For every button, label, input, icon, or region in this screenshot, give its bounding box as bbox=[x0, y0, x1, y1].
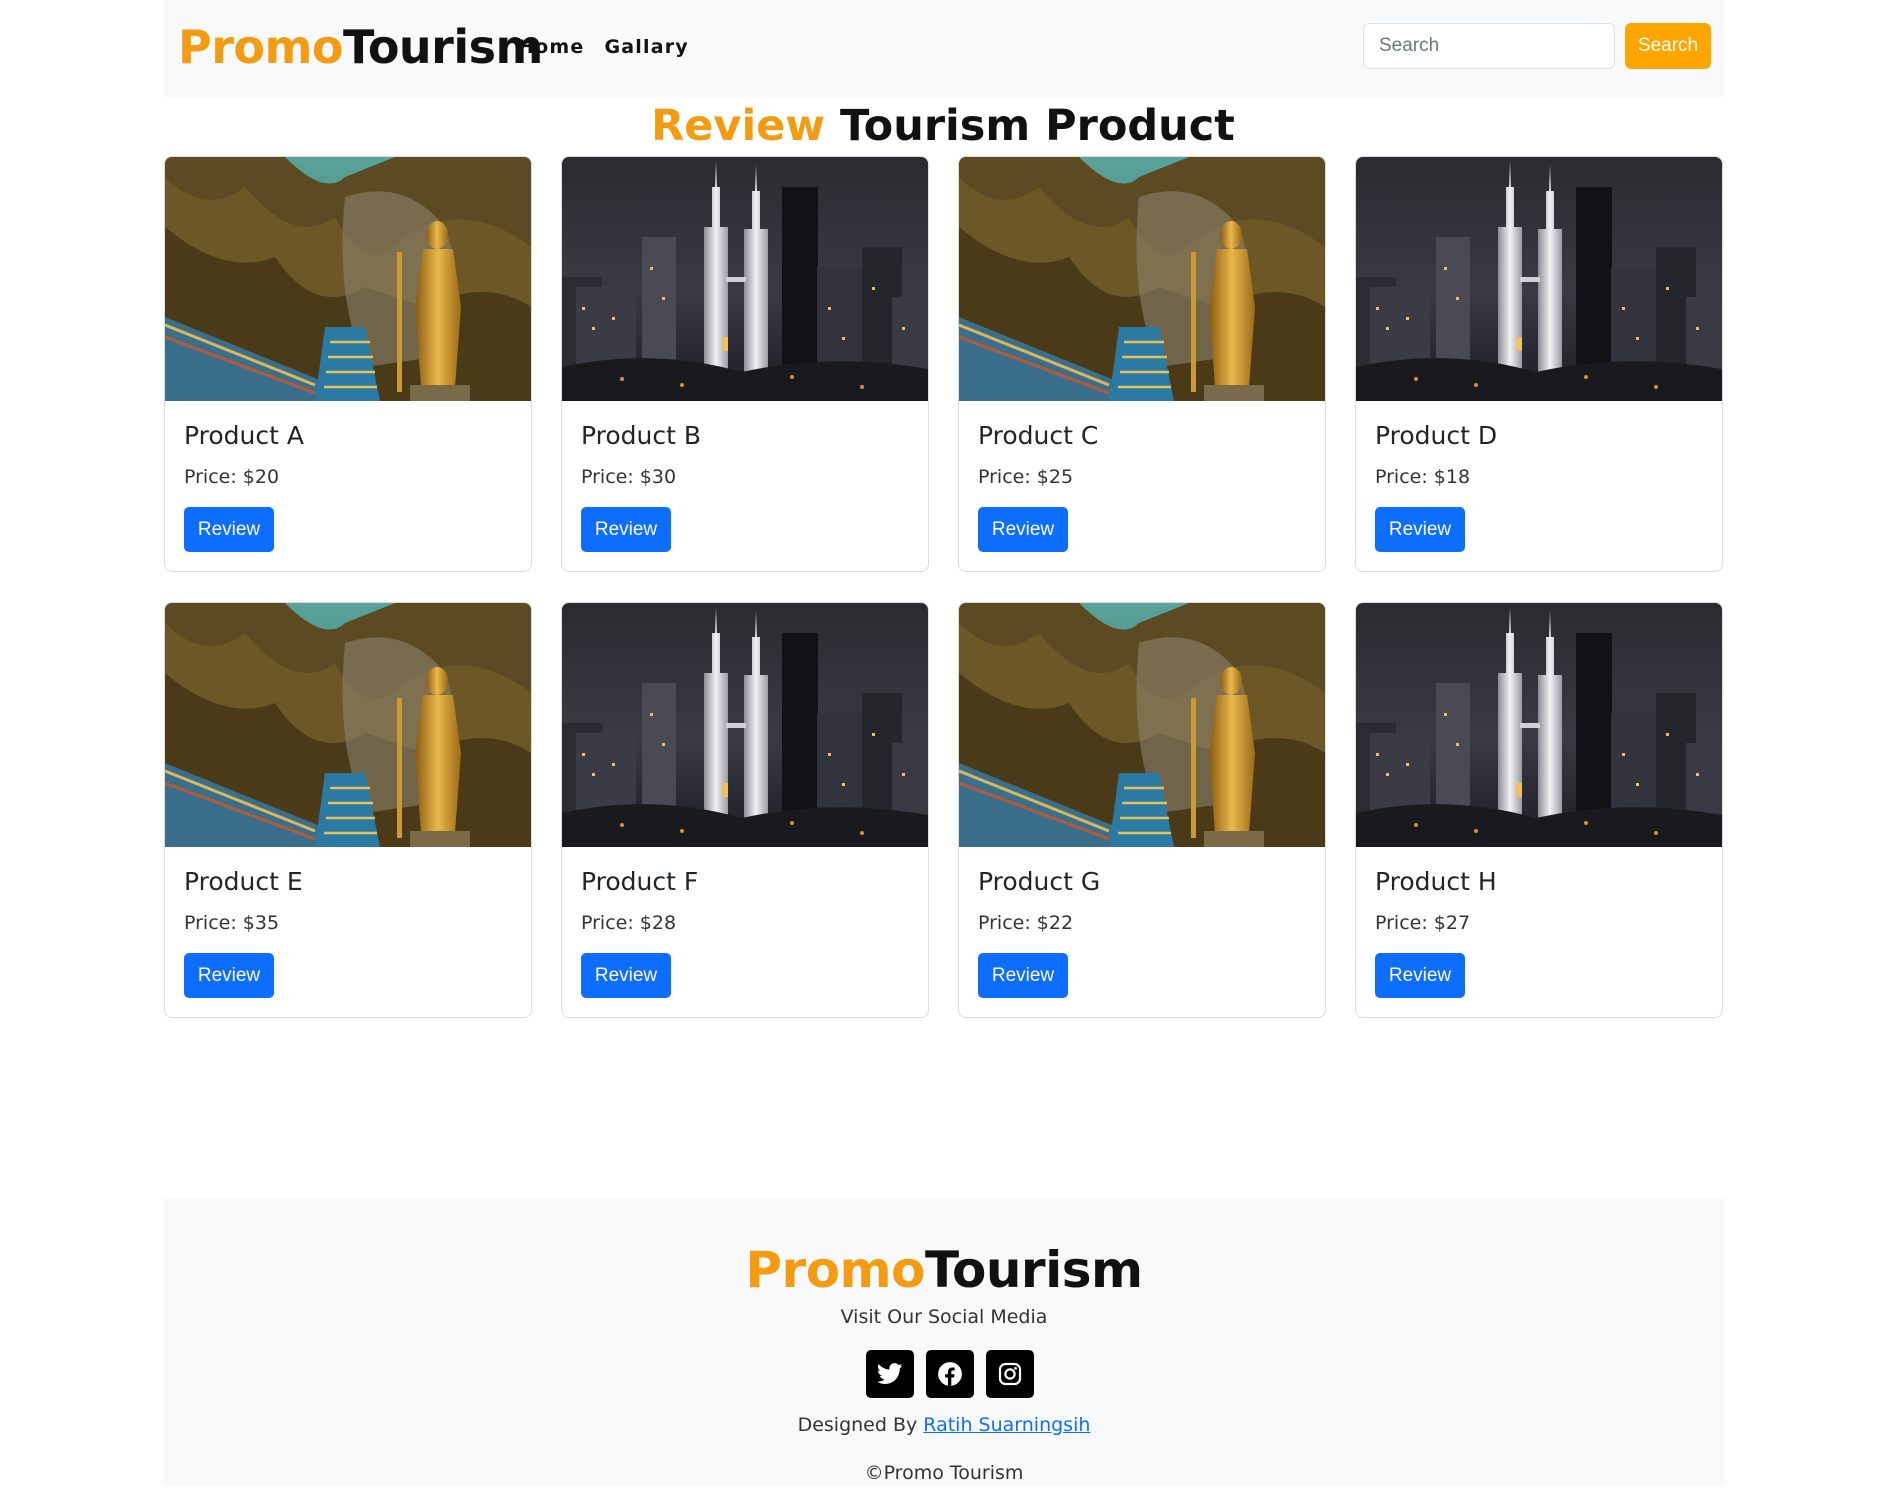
product-card: Product G Price: $22 Review bbox=[958, 602, 1326, 1018]
review-button[interactable]: Review bbox=[581, 507, 671, 552]
review-button[interactable]: Review bbox=[184, 953, 274, 998]
navbar: PromoTourism Home Gallary Search bbox=[164, 0, 1724, 97]
product-image-temple bbox=[959, 603, 1325, 847]
product-price: Price: $18 bbox=[1375, 466, 1471, 488]
page-title-rest: Tourism Product bbox=[825, 101, 1235, 151]
review-button[interactable]: Review bbox=[184, 507, 274, 552]
twitter-icon[interactable] bbox=[866, 1350, 914, 1398]
product-card: Product B Price: $30 Review bbox=[561, 156, 929, 572]
nav-gallery[interactable]: Gallary bbox=[604, 36, 688, 58]
product-price: Price: $28 bbox=[581, 912, 677, 934]
product-price: Price: $35 bbox=[184, 912, 280, 934]
product-title: Product E bbox=[184, 867, 303, 896]
product-title: Product H bbox=[1375, 867, 1497, 896]
review-button[interactable]: Review bbox=[978, 953, 1068, 998]
product-price: Price: $22 bbox=[978, 912, 1074, 934]
product-card: Product C Price: $25 Review bbox=[958, 156, 1326, 572]
designed-by-prefix: Designed By bbox=[797, 1414, 924, 1436]
product-title: Product F bbox=[581, 867, 699, 896]
brand-tourism: Tourism bbox=[343, 20, 543, 74]
product-card: Product H Price: $27 Review bbox=[1355, 602, 1723, 1018]
product-price: Price: $30 bbox=[581, 466, 677, 488]
product-title: Product B bbox=[581, 421, 702, 450]
instagram-icon[interactable] bbox=[986, 1350, 1034, 1398]
product-card: Product D Price: $18 Review bbox=[1355, 156, 1723, 572]
footer-brand-tourism: Tourism bbox=[925, 1241, 1143, 1299]
page-title-accent: Review bbox=[651, 101, 826, 151]
product-price: Price: $27 bbox=[1375, 912, 1471, 934]
product-title: Product A bbox=[184, 421, 304, 450]
product-image-temple bbox=[165, 603, 531, 847]
footer-brand-promo: Promo bbox=[745, 1241, 926, 1299]
product-image-city bbox=[562, 157, 928, 401]
nav-home[interactable]: Home bbox=[518, 36, 584, 58]
review-button[interactable]: Review bbox=[1375, 953, 1465, 998]
brand-promo: Promo bbox=[178, 20, 344, 74]
product-image-city bbox=[1356, 603, 1722, 847]
product-title: Product D bbox=[1375, 421, 1498, 450]
search-input[interactable] bbox=[1363, 23, 1615, 69]
social-links bbox=[866, 1350, 1034, 1398]
product-title: Product G bbox=[978, 867, 1101, 896]
designed-by: Designed By Ratih Suarningsih bbox=[164, 1414, 1724, 1436]
review-button[interactable]: Review bbox=[581, 953, 671, 998]
product-image-city bbox=[1356, 157, 1722, 401]
product-price: Price: $20 bbox=[184, 466, 280, 488]
review-button[interactable]: Review bbox=[978, 507, 1068, 552]
page-title: Review Tourism Product bbox=[0, 98, 1886, 154]
footer: PromoTourism Visit Our Social Media Desi… bbox=[164, 1198, 1724, 1486]
product-card: Product F Price: $28 Review bbox=[561, 602, 929, 1018]
brand-logo[interactable]: PromoTourism bbox=[178, 18, 543, 76]
search-button[interactable]: Search bbox=[1625, 23, 1711, 69]
facebook-icon[interactable] bbox=[926, 1350, 974, 1398]
product-image-city bbox=[562, 603, 928, 847]
social-media-label: Visit Our Social Media bbox=[840, 1306, 1048, 1328]
footer-brand-logo: PromoTourism bbox=[164, 1238, 1724, 1302]
product-card: Product A Price: $20 Review bbox=[164, 156, 532, 572]
product-price: Price: $25 bbox=[978, 466, 1074, 488]
product-image-temple bbox=[959, 157, 1325, 401]
review-button[interactable]: Review bbox=[1375, 507, 1465, 552]
copyright: ©Promo Tourism bbox=[864, 1462, 1024, 1484]
product-card: Product E Price: $35 Review bbox=[164, 602, 532, 1018]
designer-link[interactable]: Ratih Suarningsih bbox=[923, 1414, 1090, 1436]
product-title: Product C bbox=[978, 421, 1099, 450]
nav-links: Home Gallary bbox=[518, 36, 689, 58]
product-image-temple bbox=[165, 157, 531, 401]
